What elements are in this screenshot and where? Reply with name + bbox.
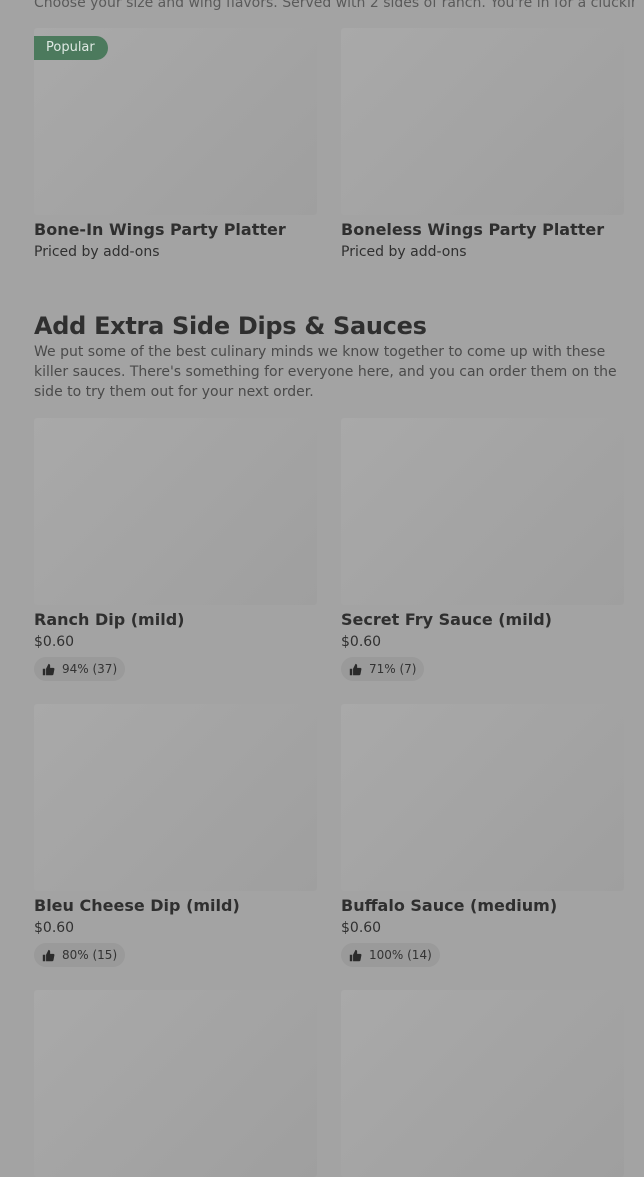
item-price: Priced by add-ons: [341, 244, 467, 260]
menu-item-boneless-wings-platter[interactable]: Boneless Wings Party Platter Priced by a…: [341, 28, 624, 261]
item-image: [341, 418, 624, 605]
item-title: Bone-In Wings Party Platter: [34, 220, 286, 239]
item-image: [341, 28, 624, 215]
rating-value: 71% (7): [369, 662, 417, 676]
section-description: We put some of the best culinary minds w…: [34, 344, 617, 400]
platter-section-description: Choose your size and wing flavors. Serve…: [34, 0, 634, 11]
item-title: Boneless Wings Party Platter: [341, 220, 605, 239]
item-title: Buffalo Sauce (medium): [341, 896, 558, 915]
platter-grid: Popular Bone-In Wings Party Platter Pric…: [34, 28, 624, 261]
item-price: $0.60: [34, 920, 75, 936]
thumbs-up-icon: [42, 949, 55, 961]
item-image: [34, 418, 317, 605]
item-image: [341, 704, 624, 891]
item-image: [34, 704, 317, 891]
item-price: $0.60: [34, 634, 75, 650]
item-title: Secret Fry Sauce (mild): [341, 610, 552, 629]
menu-item-ranch-dip[interactable]: Ranch Dip (mild) $0.60 94% (37): [34, 418, 317, 681]
section-title: Add Extra Side Dips & Sauces: [34, 312, 427, 340]
menu-item-buffalo-sauce[interactable]: Buffalo Sauce (medium) $0.60 100% (14): [341, 704, 624, 967]
rating-badge: 94% (37): [34, 657, 126, 681]
item-image: [341, 990, 624, 1177]
thumbs-up-icon: [349, 663, 362, 675]
rating-badge: 100% (14): [341, 943, 440, 967]
rating-value: 94% (37): [62, 662, 118, 676]
rating-value: 100% (14): [369, 948, 432, 962]
popular-badge: Popular: [34, 36, 108, 60]
item-price: Priced by add-ons: [34, 244, 160, 260]
sauces-grid-row-2: Bleu Cheese Dip (mild) $0.60 80% (15) Bu…: [34, 704, 624, 967]
menu-item-card[interactable]: [34, 990, 317, 1177]
menu-item-bone-in-wings-platter[interactable]: Popular Bone-In Wings Party Platter Pric…: [34, 28, 317, 261]
item-title: Ranch Dip (mild): [34, 610, 185, 629]
sauces-grid-row-3: [34, 990, 624, 1177]
menu-item-bleu-cheese-dip[interactable]: Bleu Cheese Dip (mild) $0.60 80% (15): [34, 704, 317, 967]
item-image: [34, 990, 317, 1177]
rating-badge: 71% (7): [341, 657, 425, 681]
item-title: Bleu Cheese Dip (mild): [34, 896, 240, 915]
item-price: $0.60: [341, 634, 382, 650]
thumbs-up-icon: [349, 949, 362, 961]
menu-item-secret-fry-sauce[interactable]: Secret Fry Sauce (mild) $0.60 71% (7): [341, 418, 624, 681]
rating-value: 80% (15): [62, 948, 118, 962]
item-price: $0.60: [341, 920, 382, 936]
menu-item-card[interactable]: [341, 990, 624, 1177]
sauces-grid-row-1: Ranch Dip (mild) $0.60 94% (37) Secret F…: [34, 418, 624, 681]
thumbs-up-icon: [42, 663, 55, 675]
rating-badge: 80% (15): [34, 943, 126, 967]
